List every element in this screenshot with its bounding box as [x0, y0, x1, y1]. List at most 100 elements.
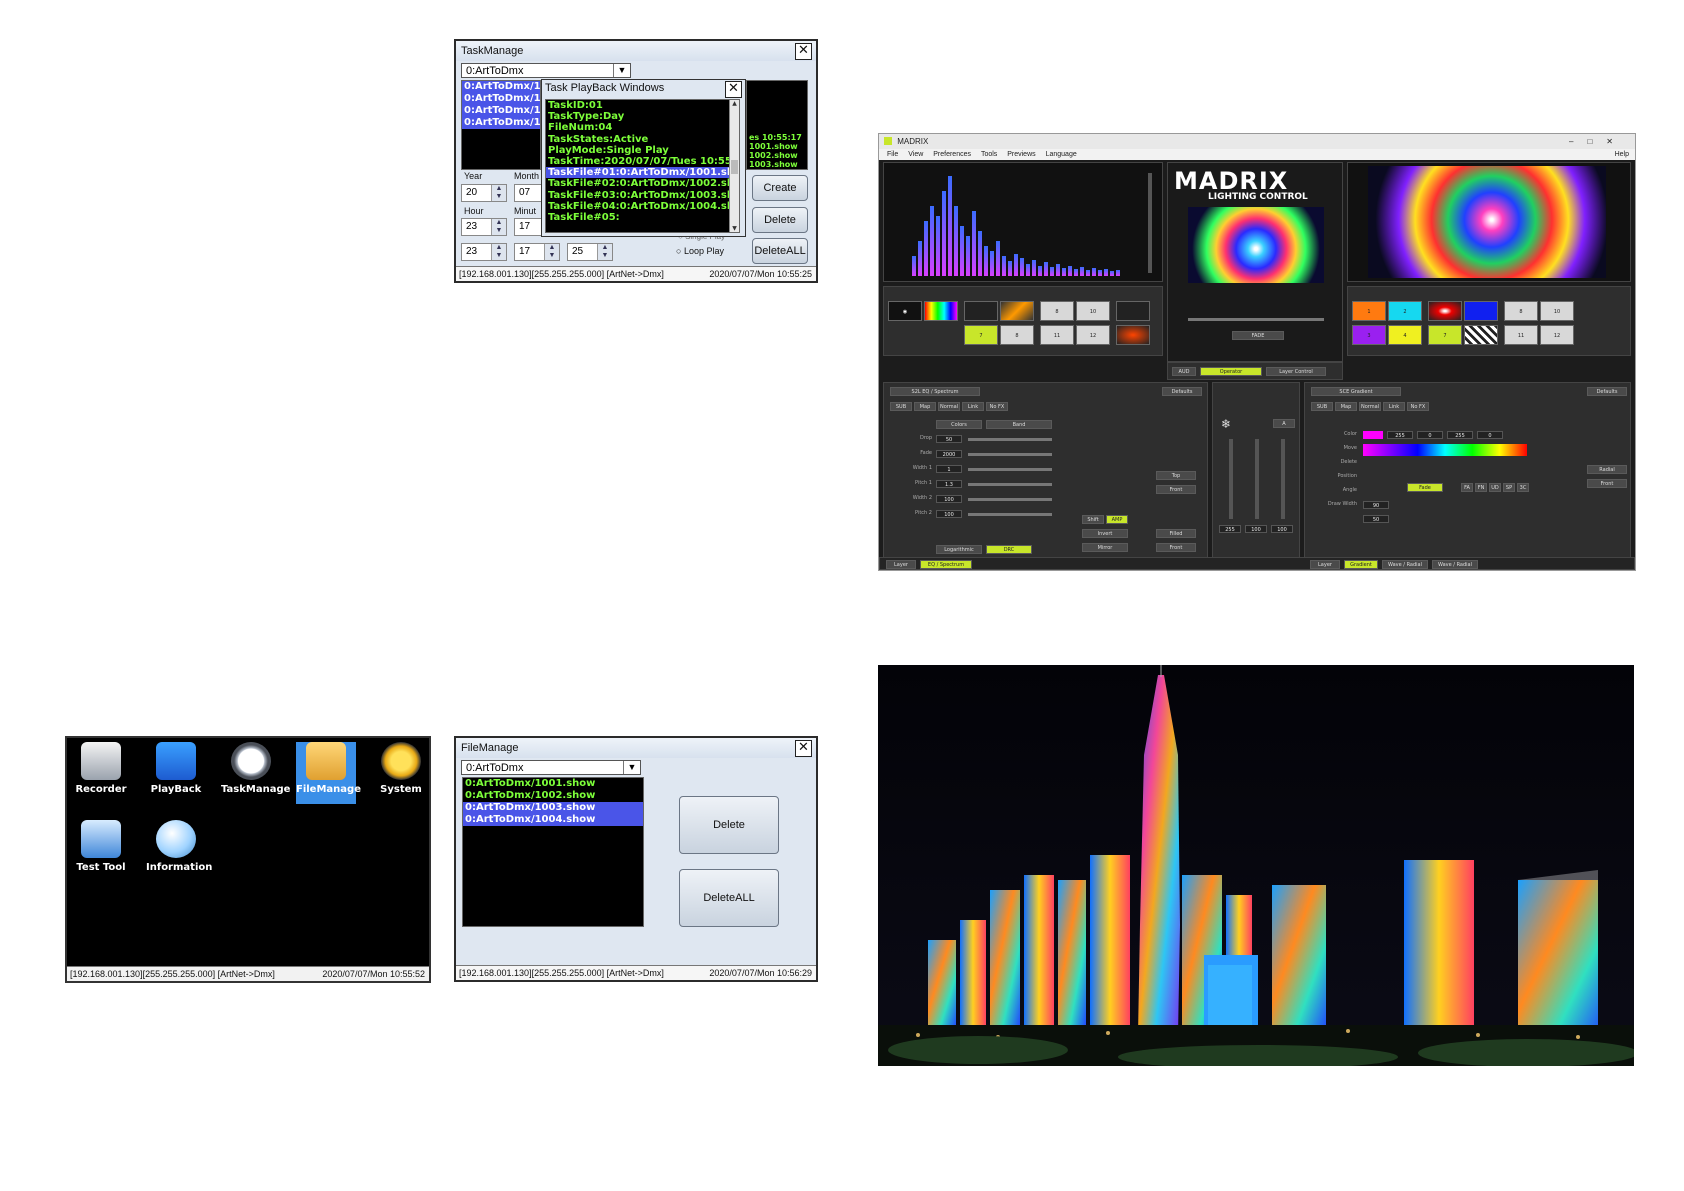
delete-button[interactable]: Delete — [679, 796, 779, 854]
swatch-dark[interactable] — [964, 301, 998, 321]
top-button[interactable]: Top — [1156, 471, 1196, 480]
operator-button[interactable]: Operator — [1200, 367, 1262, 376]
swatch-2[interactable]: 2 — [1388, 301, 1422, 321]
color-value[interactable]: 0 — [1477, 431, 1503, 439]
amp-button[interactable]: AMP — [1106, 515, 1128, 524]
swatch-10[interactable]: 10 — [1076, 301, 1110, 321]
fade-button[interactable]: FADE — [1232, 331, 1284, 340]
wave-radial-tab-1[interactable]: Wave / Radial — [1382, 560, 1428, 569]
draw-width-value[interactable]: 50 — [1363, 515, 1389, 523]
wave-radial-tab-2[interactable]: Wave / Radial — [1432, 560, 1478, 569]
loop-play-radio[interactable]: ○ Loop Play — [676, 246, 724, 256]
param-slider[interactable] — [968, 438, 1052, 441]
swatch-10r[interactable]: 10 — [1540, 301, 1574, 321]
menu-item-test-tool[interactable]: Test Tool — [71, 820, 131, 873]
menu-item-taskmanage[interactable]: TaskManage — [221, 742, 290, 795]
mode-tab-sub[interactable]: SUB — [890, 402, 912, 411]
fade-mode-button[interactable]: Fade — [1407, 483, 1443, 492]
swatch-12r[interactable]: 12 — [1540, 325, 1574, 345]
close-icon[interactable]: ✕ — [725, 81, 742, 98]
list-item[interactable]: TaskFile#04:0:ArtToDmx/1004.show — [546, 201, 739, 212]
param-slider[interactable] — [968, 483, 1052, 486]
fn-button[interactable]: FN — [1475, 483, 1487, 492]
master-fader-1[interactable] — [1229, 439, 1233, 519]
month-spinner[interactable]: 07 — [514, 184, 542, 202]
list-item[interactable]: TaskTime:2020/07/07/Tues 10:55:17 — [546, 156, 739, 167]
radial-button[interactable]: Radial — [1587, 465, 1627, 474]
param-value[interactable]: 1 — [936, 465, 962, 473]
menu-file[interactable]: File — [887, 151, 898, 158]
menu-preferences[interactable]: Preferences — [933, 151, 971, 158]
chevron-down-icon[interactable]: ▼ — [613, 64, 630, 77]
filled-button[interactable]: Filled — [1156, 529, 1196, 538]
param-value[interactable]: 2000 — [936, 450, 962, 458]
chevron-down-icon[interactable]: ▼ — [623, 761, 640, 774]
angle-value[interactable]: 90 — [1363, 501, 1389, 509]
list-item[interactable]: FileNum:04 — [546, 122, 739, 133]
gradient-bar[interactable] — [1363, 444, 1527, 456]
swatch-eye[interactable]: ◉ — [888, 301, 922, 321]
invert-button[interactable]: Invert — [1082, 529, 1128, 538]
swatch-blue[interactable] — [1464, 301, 1498, 321]
swatch-4[interactable]: 4 — [1388, 325, 1422, 345]
sp-button[interactable]: SP — [1503, 483, 1515, 492]
create-button[interactable]: Create — [752, 175, 808, 201]
band-button[interactable]: Band — [986, 420, 1052, 429]
mirror-button[interactable]: Mirror — [1082, 543, 1128, 552]
scroll-thumb[interactable] — [731, 160, 738, 174]
menu-item-system[interactable]: System — [371, 742, 431, 795]
spin-arrows-icon[interactable]: ▲ ▼ — [491, 244, 506, 260]
menu-tools[interactable]: Tools — [981, 151, 997, 158]
mode-tab-normal[interactable]: Normal — [938, 402, 960, 411]
file-list-item[interactable]: 0:ArtToDmx/1004.show — [463, 814, 643, 826]
source-select[interactable]: 0:ArtToDmx ▼ — [461, 760, 641, 775]
mode-tab-sub[interactable]: SUB — [1311, 402, 1333, 411]
swatch-1[interactable]: 1 — [1352, 301, 1386, 321]
mode-tab-link[interactable]: Link — [962, 402, 984, 411]
mode-tab-link[interactable]: Link — [1383, 402, 1405, 411]
list-item[interactable]: TaskStates:Active — [546, 134, 739, 145]
param-slider[interactable] — [968, 468, 1052, 471]
master-value-3[interactable]: 100 — [1271, 525, 1293, 533]
mode-tab-no-fx[interactable]: No FX — [986, 402, 1008, 411]
swatch-11[interactable]: 11 — [1040, 325, 1074, 345]
menu-item-information[interactable]: Information — [146, 820, 212, 873]
param-value[interactable]: 100 — [936, 510, 962, 518]
delete-button[interactable]: Delete — [752, 207, 808, 233]
3c-button[interactable]: 3C — [1517, 483, 1529, 492]
year-spinner[interactable]: 20 ▲ ▼ — [461, 184, 507, 202]
second-spinner[interactable]: 25 ▲ ▼ — [567, 243, 613, 261]
colors-button[interactable]: Colors — [936, 420, 982, 429]
menu-view[interactable]: View — [908, 151, 923, 158]
swatch-rainbow[interactable] — [924, 301, 958, 321]
swatch-orange[interactable] — [1000, 301, 1034, 321]
swatch-stripes[interactable] — [1464, 325, 1498, 345]
crossfader[interactable] — [1188, 318, 1324, 321]
delete-all-button[interactable]: DeleteALL — [752, 238, 808, 264]
ud-button[interactable]: UD — [1489, 483, 1501, 492]
menu-language[interactable]: Language — [1046, 151, 1077, 158]
param-slider[interactable] — [968, 498, 1052, 501]
scrollbar[interactable]: ▲ ▼ — [729, 100, 739, 232]
param-value[interactable]: 100 — [936, 495, 962, 503]
master-fader-3[interactable] — [1281, 439, 1285, 519]
spin-arrows-icon[interactable]: ▲ ▼ — [491, 219, 506, 235]
spin-arrows-icon[interactable]: ▲ ▼ — [491, 185, 506, 201]
param-slider[interactable] — [968, 453, 1052, 456]
list-item[interactable]: TaskID:01 — [546, 100, 739, 111]
auto-button[interactable]: A — [1273, 419, 1295, 428]
spin-arrows-icon[interactable]: ▲ ▼ — [597, 244, 612, 260]
defaults-button[interactable]: Defaults — [1162, 387, 1202, 396]
color-swatch[interactable] — [1363, 431, 1383, 439]
color-value[interactable]: 255 — [1387, 431, 1413, 439]
list-item[interactable]: TaskType:Day — [546, 111, 739, 122]
color-value[interactable]: 0 — [1417, 431, 1443, 439]
mode-tab-map[interactable]: Map — [914, 402, 936, 411]
hour-spinner-2[interactable]: 23 ▲ ▼ — [461, 243, 507, 261]
scroll-down-icon[interactable]: ▼ — [730, 225, 739, 232]
task-detail-list[interactable]: TaskID:01 TaskType:Day FileNum:04 TaskState… — [545, 99, 740, 233]
task-list[interactable]: 0:ArtToDmx/100 0:ArtToDmx/100 0:ArtToDmx… — [461, 80, 541, 170]
preview-fader[interactable] — [1148, 173, 1152, 273]
file-list-item[interactable]: 0:ArtToDmx/1002.show — [463, 790, 643, 802]
master-value-2[interactable]: 100 — [1245, 525, 1267, 533]
